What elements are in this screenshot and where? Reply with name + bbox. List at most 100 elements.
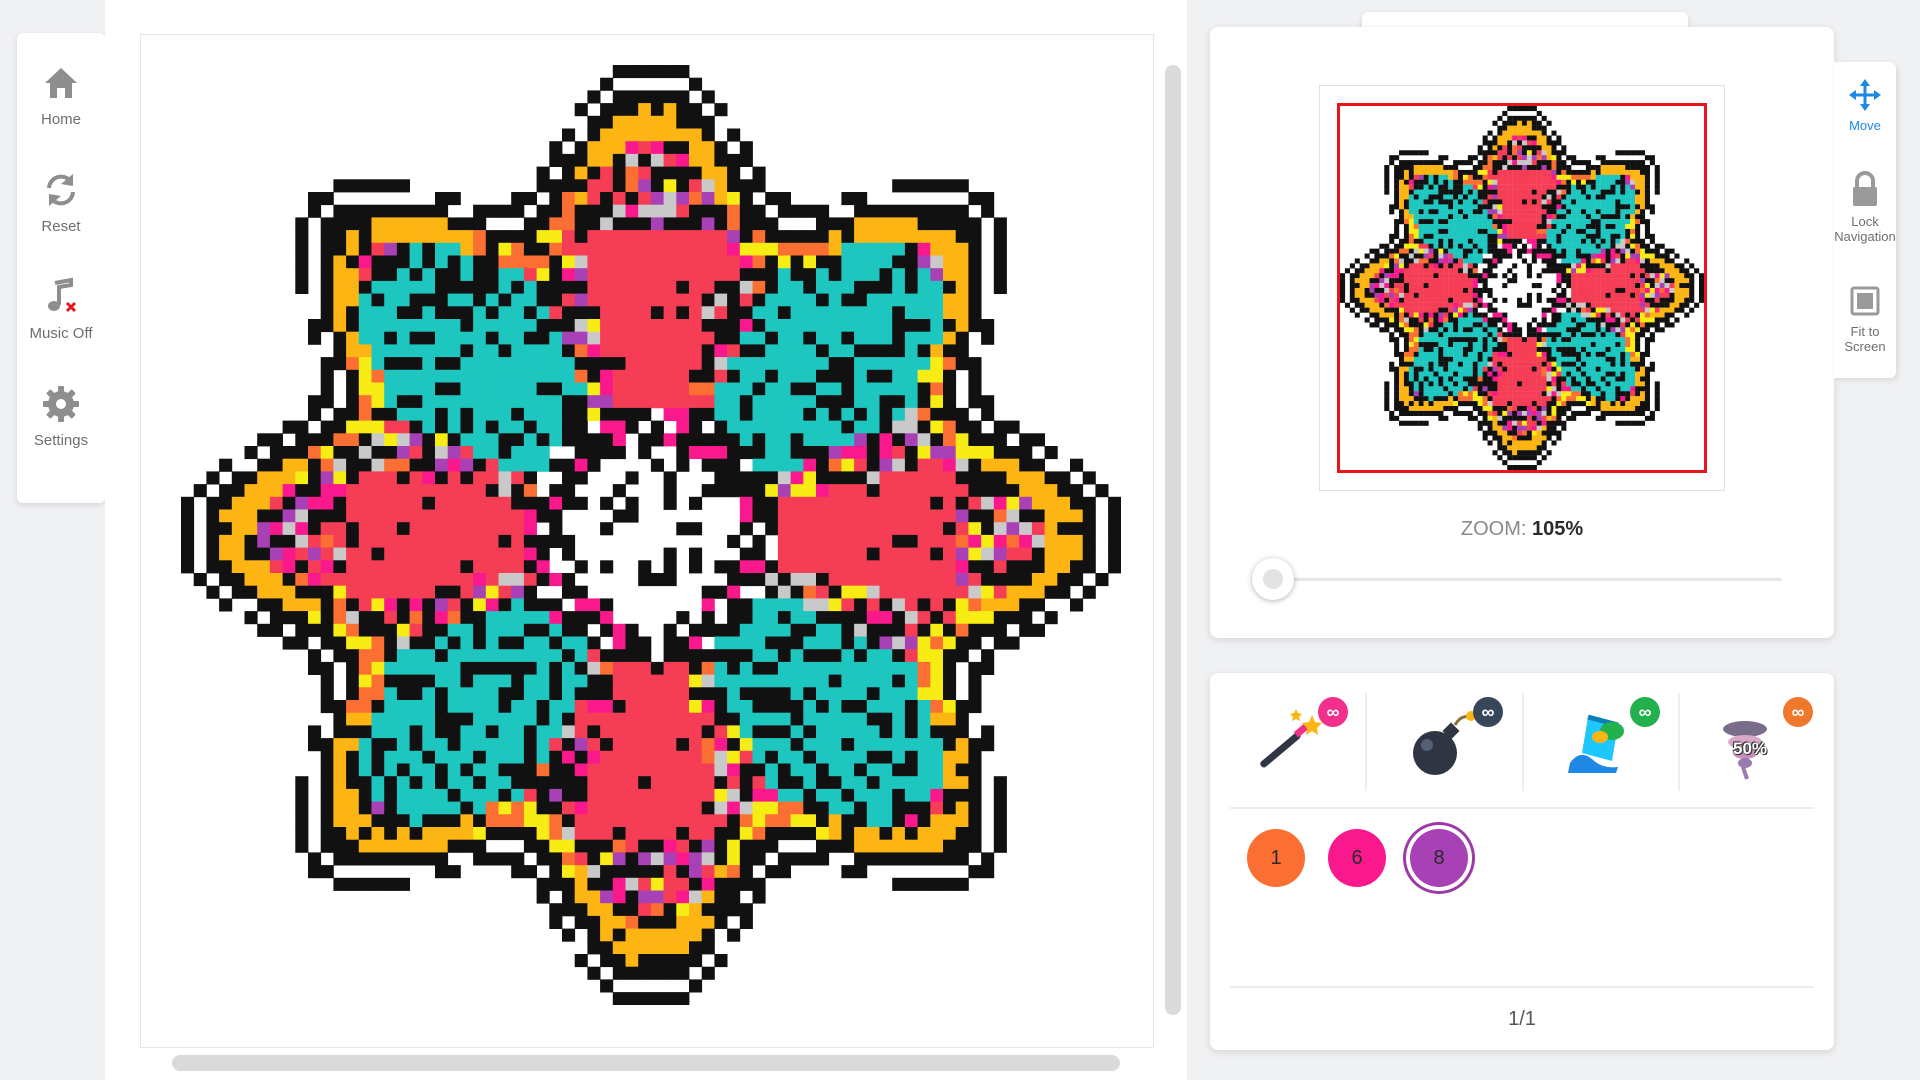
mandala-pixel xyxy=(892,611,906,625)
mandala-pixel xyxy=(841,687,855,701)
mandala-pixel xyxy=(714,890,728,904)
mandala-pixel xyxy=(536,725,550,739)
music-off-button[interactable]: Music Off xyxy=(17,277,105,342)
mandala-pixel xyxy=(968,484,982,498)
mandala-pixel xyxy=(968,446,982,460)
mandala-pixel xyxy=(549,204,563,218)
mandala-pixel xyxy=(752,573,766,587)
horizontal-scrollbar[interactable] xyxy=(172,1055,1120,1071)
mandala-pixel xyxy=(676,890,690,904)
mandala-pixel xyxy=(612,636,626,650)
mandala-pixel xyxy=(549,217,563,231)
mandala-pixel xyxy=(689,141,703,155)
mandala-pixel xyxy=(523,369,537,383)
mandala-pixel xyxy=(587,90,601,104)
mandala-pixel xyxy=(689,776,703,790)
mandala-pixel xyxy=(269,598,283,612)
mandala-pixel xyxy=(854,534,868,548)
mandala-pixel xyxy=(358,395,372,409)
mandala-pixel xyxy=(460,230,474,244)
mandala-pixel xyxy=(739,484,753,498)
mandala-pixel xyxy=(358,179,372,193)
drawing-canvas[interactable] xyxy=(140,34,1154,1048)
mandala-pixel xyxy=(384,636,398,650)
mandala-pixel xyxy=(396,204,410,218)
mandala-pixel xyxy=(498,522,512,536)
mandala-pixel xyxy=(562,827,576,841)
mandala-pixel xyxy=(447,395,461,409)
mandala-pixel xyxy=(917,458,931,472)
mandala-pixel xyxy=(396,712,410,726)
mandala-pixel xyxy=(511,865,525,879)
mandala-pixel xyxy=(752,623,766,637)
mandala-pixel xyxy=(854,484,868,498)
mandala-pixel xyxy=(181,560,195,574)
mandala-pixel xyxy=(752,433,766,447)
mandala-pixel xyxy=(1044,471,1058,485)
mandala-pixel xyxy=(752,560,766,574)
mandala-pixel xyxy=(536,649,550,663)
mandala-pixel xyxy=(739,738,753,752)
mandala-pixel xyxy=(562,839,576,853)
mandala-pixel xyxy=(701,623,715,637)
mandala-pixel xyxy=(473,369,487,383)
mandala-pixel xyxy=(612,204,626,218)
mandala-pixel xyxy=(943,446,957,460)
preview-thumbnail[interactable] xyxy=(1319,85,1725,491)
mandala-pixel xyxy=(803,687,817,701)
mandala-pixel xyxy=(1031,598,1045,612)
mandala-pixel xyxy=(650,928,664,942)
mandala-pixel xyxy=(625,407,639,421)
mandala-pixel xyxy=(371,357,385,371)
mandala-pixel xyxy=(536,547,550,561)
mandala-pixel xyxy=(714,471,728,485)
mandala-pixel-art[interactable] xyxy=(181,65,1121,1005)
mandala-pixel xyxy=(828,788,842,802)
mandala-pixel xyxy=(689,217,703,231)
mandala-pixel xyxy=(587,611,601,625)
mandala-pixel xyxy=(765,395,779,409)
mandala-pixel xyxy=(968,230,982,244)
mandala-pixel xyxy=(879,471,893,485)
mandala-pixel xyxy=(574,636,588,650)
mandala-pixel xyxy=(244,573,258,587)
reset-button[interactable]: Reset xyxy=(17,170,105,235)
mandala-pixel xyxy=(777,293,791,307)
mandala-pixel xyxy=(676,420,690,434)
mandala-pixel xyxy=(841,611,855,625)
mandala-pixel xyxy=(587,598,601,612)
mandala-pixel xyxy=(587,801,601,815)
mandala-pixel xyxy=(739,776,753,790)
mandala-pixel xyxy=(701,179,715,193)
mandala-pixel xyxy=(358,547,372,561)
vertical-scrollbar[interactable] xyxy=(1165,65,1181,1015)
mandala-pixel xyxy=(612,484,626,498)
mandala-pixel xyxy=(244,496,258,510)
mandala-pixel xyxy=(587,166,601,180)
mandala-pixel xyxy=(574,433,588,447)
mandala-pixel xyxy=(917,217,931,231)
mandala-pixel xyxy=(269,458,283,472)
mandala-pixel xyxy=(701,293,715,307)
mandala-pixel xyxy=(396,331,410,345)
mandala-pixel xyxy=(536,788,550,802)
mandala-pixel xyxy=(879,547,893,561)
mandala-pixel xyxy=(346,661,360,675)
mandala-pixel xyxy=(650,65,664,79)
mandala-pixel xyxy=(904,509,918,523)
mandala-pixel xyxy=(803,700,817,714)
settings-button[interactable]: Settings xyxy=(17,384,105,449)
mandala-pixel xyxy=(904,801,918,815)
mandala-pixel xyxy=(828,242,842,256)
mandala-pixel xyxy=(460,827,474,841)
mandala-pixel xyxy=(409,255,423,269)
mandala-pixel xyxy=(460,661,474,675)
mandala-pixel xyxy=(676,166,690,180)
mandala-pixel xyxy=(498,382,512,396)
mandala-pixel xyxy=(409,611,423,625)
mandala-pixel xyxy=(333,814,347,828)
mandala-pixel xyxy=(650,230,664,244)
mandala-pixel xyxy=(714,331,728,345)
mandala-pixel xyxy=(333,827,347,841)
home-button[interactable]: Home xyxy=(17,63,105,128)
